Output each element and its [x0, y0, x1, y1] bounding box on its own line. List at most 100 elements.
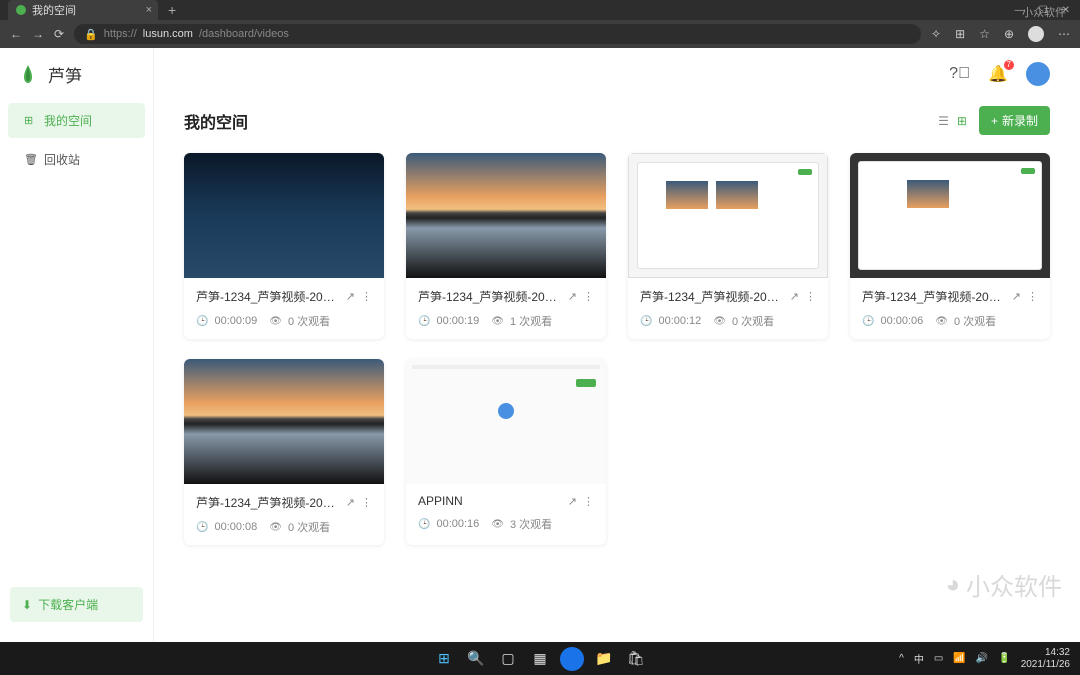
- video-card[interactable]: 芦笋-1234_芦笋视频-20211126↗⋮🕒00:00:06👁0 次观看: [850, 153, 1050, 339]
- download-label: 下载客户端: [38, 596, 98, 613]
- extension-icon[interactable]: ⊞: [955, 27, 965, 41]
- video-duration: 00:00:19: [436, 315, 479, 327]
- notif-badge: 7: [1004, 60, 1014, 70]
- clock-time: 14:32: [1021, 647, 1070, 659]
- download-client-button[interactable]: ⬇ 下载客户端: [10, 587, 143, 622]
- sidebar-item-recycle[interactable]: 🗑 回收站: [8, 142, 145, 177]
- tray-chevron-icon[interactable]: ^: [899, 653, 904, 664]
- share-icon[interactable]: ↗: [346, 496, 355, 509]
- more-icon[interactable]: ⋮: [583, 290, 594, 303]
- tracking-icon[interactable]: ✧: [931, 27, 941, 41]
- eye-icon: 👁: [935, 316, 948, 327]
- new-recording-button[interactable]: + 新录制: [979, 106, 1050, 135]
- share-icon[interactable]: ↗: [568, 495, 577, 508]
- video-card[interactable]: 芦笋-1234_芦笋视频-20211126 ↗ ⋮ 🕒 00:00:09 👁 0 次观看: [184, 153, 384, 339]
- more-icon[interactable]: ⋮: [805, 290, 816, 303]
- sidebar-item-label: 我的空间: [44, 112, 92, 129]
- system-clock[interactable]: 14:32 2021/11/26: [1021, 647, 1070, 671]
- clock-icon: 🕒: [418, 519, 430, 530]
- app-brand: 芦笋: [48, 62, 82, 87]
- task-view-icon[interactable]: ▢: [496, 647, 520, 671]
- grid-view-icon[interactable]: ⊞: [957, 114, 967, 128]
- tab-title: 我的空间: [32, 2, 76, 18]
- video-duration: 00:00:16: [436, 518, 479, 530]
- watermark-text: 小众软件: [966, 567, 1062, 602]
- list-view-icon[interactable]: ☰: [938, 114, 949, 128]
- video-thumbnail[interactable]: [184, 153, 384, 278]
- video-thumbnail[interactable]: [406, 359, 606, 484]
- url-scheme: https://: [104, 28, 137, 40]
- wifi-icon[interactable]: 📶: [953, 653, 965, 664]
- clock-date: 2021/11/26: [1021, 659, 1070, 671]
- back-button[interactable]: ←: [10, 27, 22, 41]
- clock-icon: 🕒: [196, 316, 208, 327]
- tab-favicon: [16, 5, 26, 15]
- explorer-icon[interactable]: 📁: [592, 647, 616, 671]
- video-grid: 芦笋-1234_芦笋视频-20211126↗⋮🕒00:00:09👁0 次观看芦笋…: [184, 153, 1050, 545]
- share-icon[interactable]: ↗: [1012, 290, 1021, 303]
- clock-icon: 🕒: [862, 316, 874, 327]
- video-card[interactable]: 芦笋-1234_芦笋视频-20211126↗⋮🕒00:00:08👁0 次观看: [184, 359, 384, 545]
- share-icon[interactable]: ↗: [568, 290, 577, 303]
- asparagus-icon: [16, 63, 40, 87]
- video-title: 芦笋-1234_芦笋视频-20211126: [196, 288, 340, 305]
- more-menu-icon[interactable]: ⋯: [1058, 27, 1070, 41]
- eye-icon: 👁: [269, 522, 282, 533]
- eye-icon: 👁: [713, 316, 726, 327]
- notification-icon[interactable]: 🔔7: [988, 64, 1008, 84]
- clock-icon: 🕒: [418, 316, 430, 327]
- share-icon[interactable]: ↗: [790, 290, 799, 303]
- widgets-icon[interactable]: ▦: [528, 647, 552, 671]
- video-thumbnail[interactable]: [406, 153, 606, 278]
- share-icon[interactable]: ↗: [346, 290, 355, 303]
- video-title: 芦笋-1234_芦笋视频-20211126: [862, 288, 1006, 305]
- video-title: APPINN: [418, 494, 562, 508]
- page-title: 我的空间: [184, 109, 248, 133]
- start-button[interactable]: ⊞: [432, 647, 456, 671]
- video-card[interactable]: 芦笋-1234_芦笋视频-20211126↗⋮🕒00:00:12👁0 次观看: [628, 153, 828, 339]
- lock-icon: 🔒: [84, 28, 98, 41]
- sidebar-item-label: 回收站: [44, 151, 80, 168]
- video-card[interactable]: 芦笋-1234_芦笋视频-20211126↗⋮🕒00:00:19👁1 次观看: [406, 153, 606, 339]
- profile-avatar[interactable]: [1028, 26, 1044, 42]
- collections-icon[interactable]: ⊕: [1004, 27, 1014, 41]
- close-tab-icon[interactable]: ×: [146, 4, 152, 16]
- video-views: 0 次观看: [954, 313, 996, 329]
- url-path: /dashboard/videos: [199, 28, 289, 40]
- favorites-icon[interactable]: ☆: [979, 27, 990, 41]
- cast-icon[interactable]: ▭: [934, 653, 943, 664]
- help-icon[interactable]: ?⃝: [949, 65, 970, 83]
- video-views: 1 次观看: [510, 313, 552, 329]
- ime-indicator[interactable]: 中: [914, 651, 924, 666]
- new-tab-button[interactable]: +: [168, 2, 176, 18]
- eye-icon: 👁: [269, 316, 282, 327]
- volume-icon[interactable]: 🔊: [976, 653, 988, 664]
- user-avatar[interactable]: [1026, 62, 1050, 86]
- video-views: 0 次观看: [288, 313, 330, 329]
- video-duration: 00:00:09: [214, 315, 257, 327]
- refresh-button[interactable]: ⟳: [54, 27, 64, 41]
- watermark: ◕ 小众软件: [946, 567, 1063, 602]
- browser-tab-strip: 我的空间 × + — ☐ ✕ 小众软件: [0, 0, 1080, 20]
- clock-icon: 🕒: [640, 316, 652, 327]
- watermark-text: 小众软件: [1022, 4, 1066, 20]
- more-icon[interactable]: ⋮: [361, 496, 372, 509]
- url-input[interactable]: 🔒 https://lusun.com/dashboard/videos: [74, 24, 921, 44]
- edge-icon[interactable]: [560, 647, 584, 671]
- forward-button[interactable]: →: [32, 27, 44, 41]
- app-logo[interactable]: 芦笋: [0, 48, 153, 101]
- sidebar-item-myspace[interactable]: ⊞ 我的空间: [8, 103, 145, 138]
- plus-icon: +: [991, 114, 998, 128]
- more-icon[interactable]: ⋮: [1027, 290, 1038, 303]
- browser-tab[interactable]: 我的空间 ×: [8, 0, 158, 20]
- video-thumbnail[interactable]: [628, 153, 828, 278]
- more-icon[interactable]: ⋮: [361, 290, 372, 303]
- store-icon[interactable]: 🛍: [624, 647, 648, 671]
- battery-icon[interactable]: 🔋: [998, 653, 1010, 664]
- video-card[interactable]: APPINN↗⋮🕒00:00:16👁3 次观看: [406, 359, 606, 545]
- video-thumbnail[interactable]: [850, 153, 1050, 278]
- video-thumbnail[interactable]: [184, 359, 384, 484]
- more-icon[interactable]: ⋮: [583, 495, 594, 508]
- search-icon[interactable]: 🔍: [464, 647, 488, 671]
- video-views: 0 次观看: [732, 313, 774, 329]
